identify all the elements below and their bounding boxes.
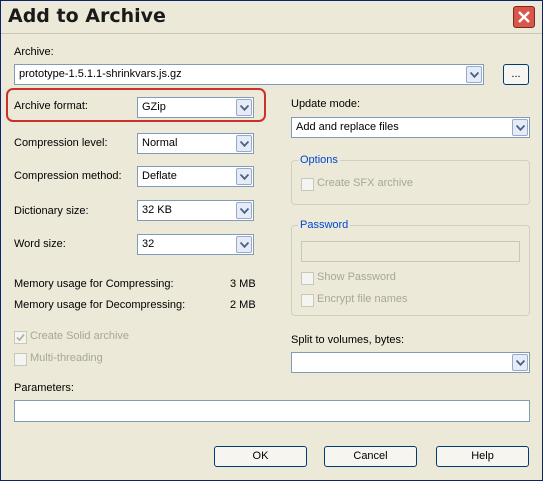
memory-decompress-label: Memory usage for Decompressing: [14, 299, 186, 311]
close-button[interactable] [513, 6, 535, 28]
compression-method-dropdown-button[interactable] [236, 168, 252, 185]
compression-level-dropdown-button[interactable] [236, 135, 252, 152]
options-group-title: Options [298, 154, 340, 166]
archive-format-select[interactable]: GZip [137, 97, 254, 118]
cancel-button[interactable]: Cancel [324, 446, 417, 467]
chevron-down-icon [469, 71, 479, 78]
title-bar: Add to Archive [1, 1, 542, 34]
browse-button[interactable]: ... [503, 64, 529, 85]
chevron-down-icon [239, 104, 249, 111]
compression-method-label: Compression method: [14, 170, 122, 182]
archive-path-value: prototype-1.5.1.1-shrinkvars.js.gz [19, 68, 182, 80]
memory-compress-label: Memory usage for Compressing: [14, 278, 174, 290]
split-volumes-label: Split to volumes, bytes: [291, 334, 405, 346]
archive-path-combo[interactable]: prototype-1.5.1.1-shrinkvars.js.gz [14, 64, 484, 85]
chevron-down-icon [515, 359, 525, 366]
show-password-label: Show Password [317, 271, 396, 283]
chevron-down-icon [239, 241, 249, 248]
archive-format-value: GZip [142, 101, 166, 113]
password-group-title: Password [298, 219, 351, 231]
update-mode-label: Update mode: [291, 98, 361, 110]
compression-level-select[interactable]: Normal [137, 133, 254, 154]
help-button[interactable]: Help [436, 446, 529, 467]
compression-method-value: Deflate [142, 170, 177, 182]
dictionary-size-label: Dictionary size: [14, 205, 89, 217]
chevron-down-icon [239, 173, 249, 180]
archive-path-dropdown-button[interactable] [466, 66, 482, 83]
dictionary-size-value: 32 KB [142, 204, 172, 216]
compression-method-select[interactable]: Deflate [137, 166, 254, 187]
chevron-down-icon [239, 140, 249, 147]
dictionary-size-select[interactable]: 32 KB [137, 200, 254, 221]
compression-level-value: Normal [142, 137, 178, 149]
compression-level-label: Compression level: [14, 137, 108, 149]
checkmark-icon [16, 333, 25, 342]
create-sfx-label: Create SFX archive [317, 177, 413, 189]
create-sfx-checkbox[interactable] [301, 178, 314, 191]
word-size-dropdown-button[interactable] [236, 236, 252, 253]
memory-compress-value: 3 MB [230, 278, 256, 290]
archive-format-label: Archive format: [14, 100, 88, 112]
window-title: Add to Archive [8, 5, 166, 27]
memory-decompress-value: 2 MB [230, 299, 256, 311]
chevron-down-icon [515, 124, 525, 131]
split-volumes-combo[interactable] [291, 352, 530, 373]
archive-format-dropdown-button[interactable] [236, 99, 252, 116]
update-mode-value: Add and replace files [296, 121, 399, 133]
multi-threading-label: Multi-threading [30, 352, 103, 364]
options-group: Options Create SFX archive [291, 154, 530, 205]
ok-button[interactable]: OK [214, 446, 307, 467]
encrypt-file-names-label: Encrypt file names [317, 293, 408, 305]
password-group: Password Show Password Encrypt file name… [291, 219, 530, 316]
archive-label: Archive: [14, 46, 54, 58]
dictionary-size-dropdown-button[interactable] [236, 202, 252, 219]
update-mode-dropdown-button[interactable] [512, 119, 528, 136]
word-size-label: Word size: [14, 238, 66, 250]
multi-threading-checkbox[interactable] [14, 353, 27, 366]
password-input[interactable] [301, 241, 520, 262]
add-to-archive-dialog: Add to Archive Archive: prototype-1.5.1.… [0, 0, 543, 481]
chevron-down-icon [239, 207, 249, 214]
parameters-label: Parameters: [14, 382, 74, 394]
word-size-value: 32 [142, 238, 155, 250]
parameters-input[interactable] [14, 400, 530, 422]
close-icon [518, 11, 530, 23]
encrypt-file-names-checkbox[interactable] [301, 294, 314, 307]
update-mode-select[interactable]: Add and replace files [291, 117, 530, 138]
show-password-checkbox[interactable] [301, 272, 314, 285]
create-solid-checkbox[interactable] [14, 331, 27, 344]
word-size-select[interactable]: 32 [137, 234, 254, 255]
create-solid-label: Create Solid archive [30, 330, 130, 342]
split-volumes-dropdown-button[interactable] [512, 354, 528, 371]
